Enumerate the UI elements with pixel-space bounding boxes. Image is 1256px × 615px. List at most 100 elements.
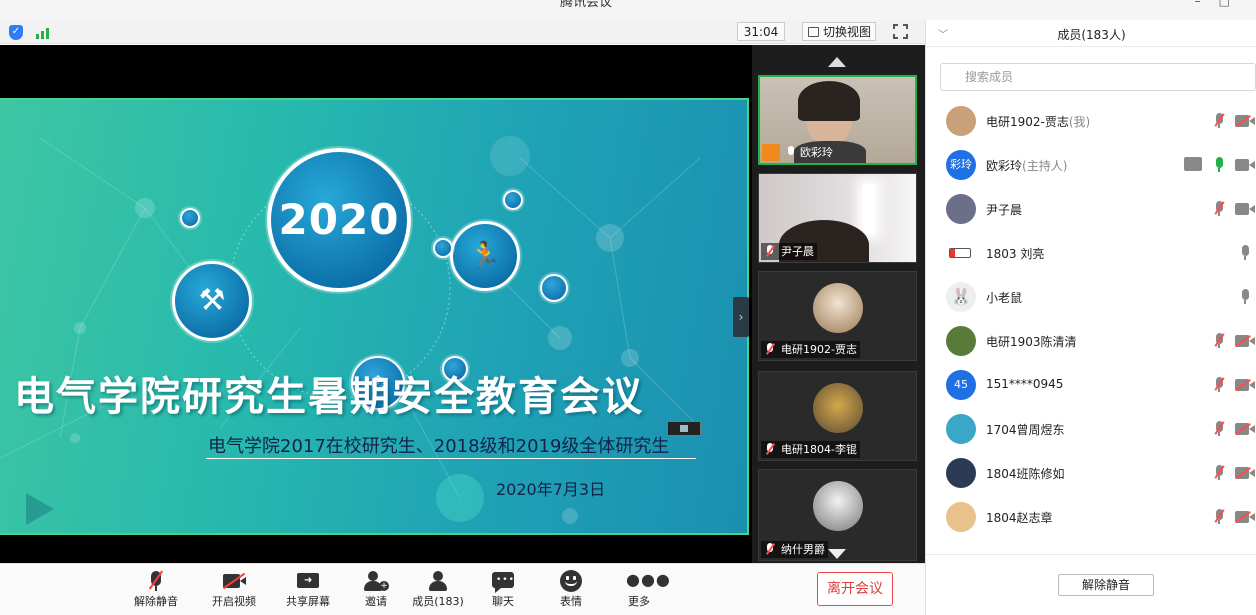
unmute-all-button[interactable]: 解除静音 [1058, 574, 1154, 596]
mic-off-icon[interactable] [1214, 377, 1225, 393]
member-name: 151****0945 [986, 377, 1063, 391]
video-tile[interactable]: 尹子晨 [758, 173, 917, 263]
decorative-dot [180, 208, 200, 228]
slide-subtitle: 电气学院2017在校研究生、2018级和2019级全体研究生 [208, 436, 670, 457]
mute-button[interactable]: 解除静音 [130, 569, 182, 615]
mic-off-icon [765, 443, 776, 455]
search-members-input[interactable] [940, 63, 1256, 91]
fullscreen-icon[interactable] [893, 24, 908, 39]
member-name-text: 1704曾周煜东 [986, 423, 1065, 437]
member-row[interactable]: 1803 刘亮 [926, 231, 1256, 275]
shield-icon[interactable]: ✓ [9, 25, 23, 40]
video-tile[interactable]: 电研1804-李锟 [758, 371, 917, 461]
mic-icon[interactable] [1240, 289, 1250, 305]
camera-off-icon[interactable] [1235, 423, 1256, 435]
tile-name: 欧彩玲 [800, 146, 833, 159]
signal-icon[interactable] [36, 25, 54, 39]
member-row[interactable]: 1804班陈修如 [926, 451, 1256, 495]
member-row[interactable]: 尹子晨 [926, 187, 1256, 231]
avatar [946, 326, 976, 356]
member-row[interactable]: 电研1902-贾志(我) [926, 99, 1256, 143]
member-name-text: 1804班陈修如 [986, 467, 1065, 481]
tile-name: 尹子晨 [781, 245, 814, 258]
meeting-app: 腾讯会议 –□ ✓ 31:04 切换视图 2020 ⚒ 🏃 ⏱ 电气学院研究生暑… [0, 0, 1256, 615]
member-row[interactable]: 1804赵志章 [926, 495, 1256, 539]
camera-icon[interactable] [1235, 203, 1256, 215]
video-button[interactable]: 开启视频 [208, 569, 260, 615]
mic-off-icon[interactable] [1214, 465, 1225, 481]
camera-off-icon[interactable] [1235, 467, 1256, 479]
share-screen-button[interactable]: ➜ 共享屏幕 [283, 569, 333, 615]
decorative-dot [540, 274, 568, 302]
member-role: (我) [1068, 115, 1091, 129]
subtitle-underline [206, 458, 696, 459]
meeting-topbar: ✓ 31:04 切换视图 [0, 20, 925, 44]
collapse-strip-button[interactable]: › [733, 297, 749, 337]
members-panel-title: 成员(183人) [1057, 28, 1126, 42]
avatar [946, 458, 976, 488]
more-button[interactable]: ●●● 更多 [621, 569, 670, 615]
emoji-label: 表情 [560, 595, 582, 608]
members-button[interactable]: 成员(183) [412, 569, 464, 615]
play-triangle-icon [26, 493, 54, 525]
mic-off-icon[interactable] [1214, 333, 1225, 349]
member-name-text: 151****0945 [986, 377, 1064, 391]
camera-off-icon[interactable] [1235, 115, 1256, 127]
slide-title: 电气学院研究生暑期安全教育会议 [14, 374, 644, 420]
camera-off-icon[interactable] [1235, 511, 1256, 523]
chat-icon: ••• [490, 569, 516, 593]
member-name: 尹子晨 [986, 201, 1022, 218]
leave-meeting-button[interactable]: 离开会议 [817, 572, 893, 606]
slide-date: 2020年7月3日 [496, 480, 606, 499]
member-row[interactable]: 彩玲 欧彩玲(主持人) [926, 143, 1256, 187]
tile-name: 纳什男爵 [781, 543, 825, 556]
scroll-up-icon[interactable] [828, 57, 846, 67]
camera-off-icon[interactable] [1235, 379, 1256, 391]
mic-icon [787, 146, 795, 158]
chat-button[interactable]: ••• 聊天 [485, 569, 521, 615]
member-row[interactable]: 电研1903陈清清 [926, 319, 1256, 363]
switch-view-button[interactable]: 切换视图 [802, 22, 876, 41]
meeting-toolbar: 解除静音 开启视频 ➜ 共享屏幕 + 邀请 成员(183) ••• 聊天 表情 … [0, 563, 925, 615]
member-name-text: 电研1903陈清清 [986, 335, 1077, 349]
avatar [813, 283, 863, 333]
camera-off-icon[interactable] [1235, 335, 1256, 347]
mute-label: 解除静音 [134, 595, 178, 608]
avatar: 45 [946, 370, 976, 400]
invite-button[interactable]: + 邀请 [358, 569, 394, 615]
avatar-text: 45 [954, 378, 968, 391]
mic-icon[interactable] [1214, 157, 1224, 173]
members-label: 成员(183) [412, 595, 464, 608]
members-panel: ﹀ 成员(183人) 电研1902-贾志(我) 彩玲 欧彩玲(主持人) 尹子晨 1803… [925, 20, 1256, 615]
shared-screen-view[interactable]: 2020 ⚒ 🏃 ⏱ 电气学院研究生暑期安全教育会议 电气学院2017在校研究生… [0, 45, 752, 563]
mic-off-icon[interactable] [1214, 509, 1225, 525]
members-icon [425, 569, 451, 593]
window-controls[interactable]: –□ [1195, 0, 1248, 8]
avatar [813, 383, 863, 433]
video-tile[interactable]: 电研1902-贾志 [758, 271, 917, 361]
scroll-down-icon[interactable] [828, 549, 846, 559]
tile-caption: 电研1804-李锟 [761, 441, 860, 458]
video-tile[interactable]: 纳什男爵 [758, 469, 917, 561]
mic-off-icon[interactable] [1214, 421, 1225, 437]
emoji-button[interactable]: 表情 [553, 569, 589, 615]
mic-off-icon[interactable] [1214, 201, 1225, 217]
host-user-icon [762, 144, 780, 161]
avatar [946, 414, 976, 444]
members-panel-header: ﹀ 成员(183人) [926, 20, 1256, 47]
camera-icon[interactable] [1235, 159, 1256, 171]
share-screen-icon: ➜ [295, 569, 321, 593]
chat-label: 聊天 [492, 595, 514, 608]
member-row[interactable]: 1704曾周煜东 [926, 407, 1256, 451]
mic-icon[interactable] [1240, 245, 1250, 261]
member-name: 1804班陈修如 [986, 465, 1065, 482]
avatar: 🐰 [946, 282, 976, 312]
member-name: 电研1902-贾志(我) [986, 113, 1090, 130]
video-tile[interactable]: 欧彩玲 [758, 75, 917, 165]
member-row[interactable]: 🐰 小老鼠 [926, 275, 1256, 319]
member-row[interactable]: 45 151****0945 [926, 363, 1256, 407]
tile-caption: 欧彩玲 [782, 144, 836, 161]
avatar: 彩玲 [946, 150, 976, 180]
presentation-slide: 2020 ⚒ 🏃 ⏱ 电气学院研究生暑期安全教育会议 电气学院2017在校研究生… [0, 98, 749, 535]
mic-off-icon[interactable] [1214, 113, 1225, 129]
